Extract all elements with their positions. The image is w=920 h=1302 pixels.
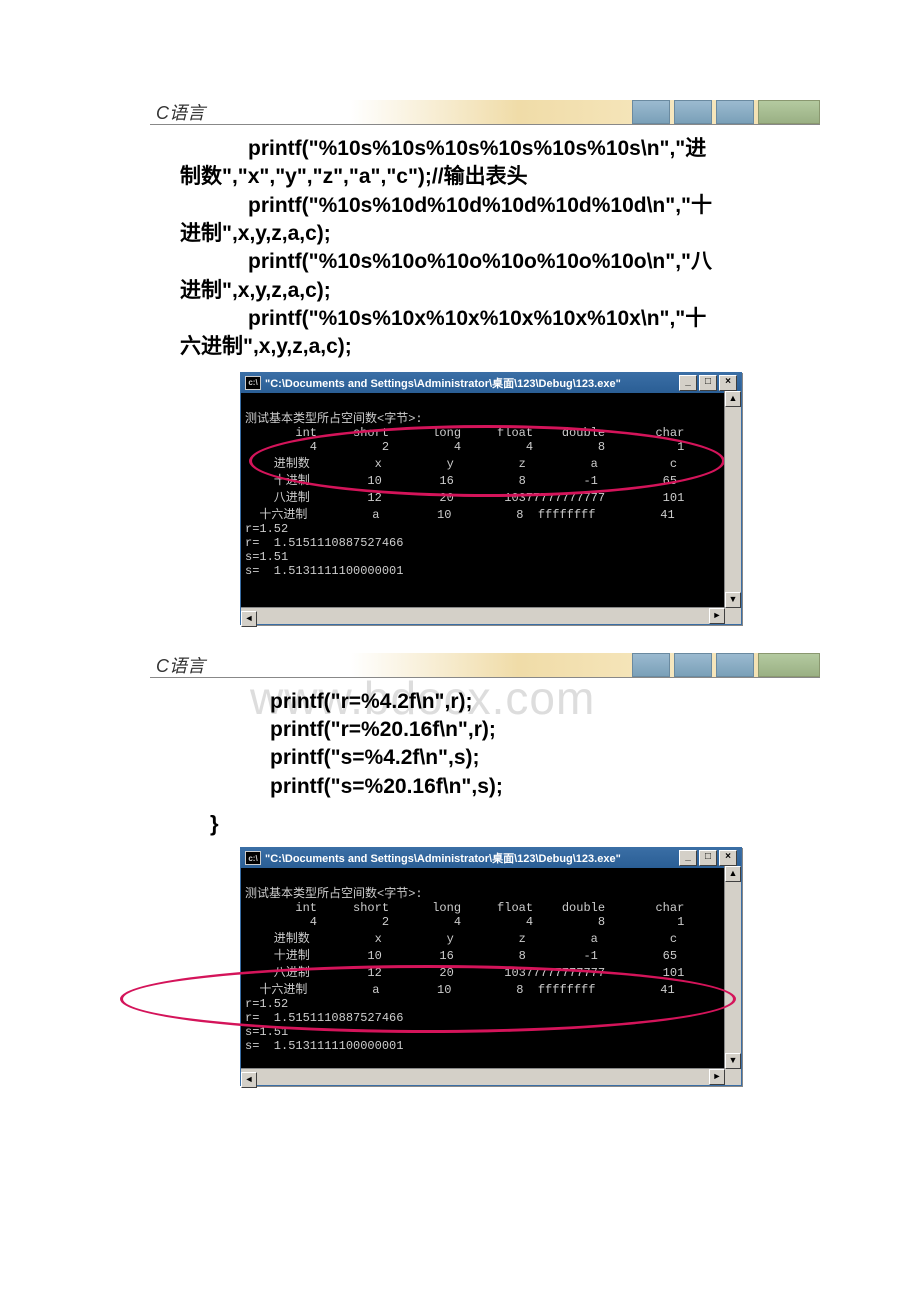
- console-output: 测试基本类型所占空间数<字节>: int short long float do…: [241, 868, 741, 1085]
- header-label: C语言: [150, 99, 205, 125]
- scroll-down-icon[interactable]: ▼: [725, 592, 741, 608]
- closing-brace: }: [210, 811, 920, 837]
- code-line: printf("%10s%10o%10o%10o%10o%10o\n","八: [180, 250, 712, 273]
- code-line: printf("%10s%10x%10x%10x%10x%10x\n","十: [180, 307, 706, 330]
- code-line: 进制",x,y,z,a,c);: [180, 222, 331, 245]
- titlebar: c:\ "C:\Documents and Settings\Administr…: [241, 848, 741, 868]
- resize-grip[interactable]: [725, 1069, 741, 1085]
- window-title: "C:\Documents and Settings\Administrator…: [265, 375, 621, 391]
- console-line: r= 1.5151110887527466: [245, 1011, 403, 1025]
- console-line: 八进制 12 20 10377777777777 101: [245, 966, 684, 980]
- console-line: 十六进制 a 10 8 ffffffff 41: [245, 508, 675, 522]
- header-decor: [632, 100, 820, 124]
- console-line: 十进制 10 16 8 -1 65: [245, 949, 677, 963]
- console-line: 测试基本类型所占空间数<字节>:: [245, 412, 423, 426]
- console-line: 4 2 4 4 8 1: [245, 440, 684, 454]
- console-line: 进制数 x y z a c: [245, 457, 677, 471]
- scroll-up-icon[interactable]: ▲: [725, 391, 741, 407]
- maximize-button[interactable]: □: [699, 850, 717, 866]
- scroll-left-icon[interactable]: ◄: [241, 611, 257, 627]
- section-2: C语言 www.bdocx.com printf("r=%4.2f\n",r);…: [0, 653, 920, 1086]
- console-line: 4 2 4 4 8 1: [245, 915, 684, 929]
- decor-block: [716, 653, 754, 677]
- console-line: 十六进制 a 10 8 ffffffff 41: [245, 983, 675, 997]
- maximize-button[interactable]: □: [699, 375, 717, 391]
- code-line: printf("r=%4.2f\n",r);: [270, 690, 473, 713]
- console-output: 测试基本类型所占空间数<字节>: int short long float do…: [241, 393, 741, 624]
- code-block-1: printf("%10s%10s%10s%10s%10s%10s\n","进 制…: [180, 135, 812, 362]
- code-comment: //输出表头: [432, 165, 528, 188]
- minimize-button[interactable]: _: [679, 375, 697, 391]
- console-window-1: c:\ "C:\Documents and Settings\Administr…: [240, 372, 742, 625]
- console-line: r= 1.5151110887527466: [245, 536, 403, 550]
- header-decor: [632, 653, 820, 677]
- window-buttons: _ □ ×: [679, 375, 737, 391]
- console-line: s=1.51: [245, 1025, 288, 1039]
- code-line: printf("%10s%10d%10d%10d%10d%10d\n","十: [180, 194, 712, 217]
- header-label: C语言: [150, 652, 205, 678]
- console-line: 进制数 x y z a c: [245, 932, 677, 946]
- scroll-up-icon[interactable]: ▲: [725, 866, 741, 882]
- console-line: r=1.52: [245, 997, 288, 1011]
- scroll-left-icon[interactable]: ◄: [241, 1072, 257, 1088]
- console-window-2: c:\ "C:\Documents and Settings\Administr…: [240, 847, 742, 1086]
- header-bar: C语言: [150, 100, 820, 125]
- cmd-icon: c:\: [245, 376, 261, 390]
- minimize-button[interactable]: _: [679, 850, 697, 866]
- decor-block: [716, 100, 754, 124]
- console-line: r=1.52: [245, 522, 288, 536]
- decor-block: [632, 100, 670, 124]
- scrollbar-horizontal[interactable]: ◄ ►: [241, 607, 725, 624]
- console-line: s=1.51: [245, 550, 288, 564]
- window-title: "C:\Documents and Settings\Administrator…: [265, 850, 621, 866]
- console-line: int short long float double char: [245, 426, 684, 440]
- decor-block: [758, 100, 820, 124]
- scroll-down-icon[interactable]: ▼: [725, 1053, 741, 1069]
- scroll-right-icon[interactable]: ►: [709, 1069, 725, 1085]
- resize-grip[interactable]: [725, 608, 741, 624]
- cmd-icon: c:\: [245, 851, 261, 865]
- code-line: 制数","x","y","z","a","c");: [180, 165, 432, 188]
- titlebar: c:\ "C:\Documents and Settings\Administr…: [241, 373, 741, 393]
- code-line: printf("%10s%10s%10s%10s%10s%10s\n","进: [180, 137, 706, 160]
- decor-block: [674, 653, 712, 677]
- console-line: s= 1.5131111100000001: [245, 1039, 403, 1053]
- decor-block: [758, 653, 820, 677]
- window-buttons: _ □ ×: [679, 850, 737, 866]
- section-1: C语言 printf("%10s%10s%10s%10s%10s%10s\n",…: [0, 100, 920, 625]
- console-line: 八进制 12 20 10377777777777 101: [245, 491, 684, 505]
- scroll-right-icon[interactable]: ►: [709, 608, 725, 624]
- code-line: printf("s=%20.16f\n",s);: [270, 775, 503, 798]
- decor-block: [632, 653, 670, 677]
- code-line: 进制",x,y,z,a,c);: [180, 279, 331, 302]
- close-button[interactable]: ×: [719, 375, 737, 391]
- decor-block: [674, 100, 712, 124]
- console-line: s= 1.5131111100000001: [245, 564, 403, 578]
- close-button[interactable]: ×: [719, 850, 737, 866]
- code-block-2: printf("r=%4.2f\n",r); printf("r=%20.16f…: [270, 688, 800, 801]
- console-line: 十进制 10 16 8 -1 65: [245, 474, 677, 488]
- code-line: printf("r=%20.16f\n",r);: [270, 718, 496, 741]
- code-line: printf("s=%4.2f\n",s);: [270, 746, 480, 769]
- scrollbar-vertical[interactable]: ▲ ▼: [724, 391, 741, 608]
- scrollbar-vertical[interactable]: ▲ ▼: [724, 866, 741, 1069]
- scrollbar-horizontal[interactable]: ◄ ►: [241, 1068, 725, 1085]
- console-line: 测试基本类型所占空间数<字节>:: [245, 887, 423, 901]
- code-line: 六进制",x,y,z,a,c);: [180, 335, 352, 358]
- console-line: int short long float double char: [245, 901, 684, 915]
